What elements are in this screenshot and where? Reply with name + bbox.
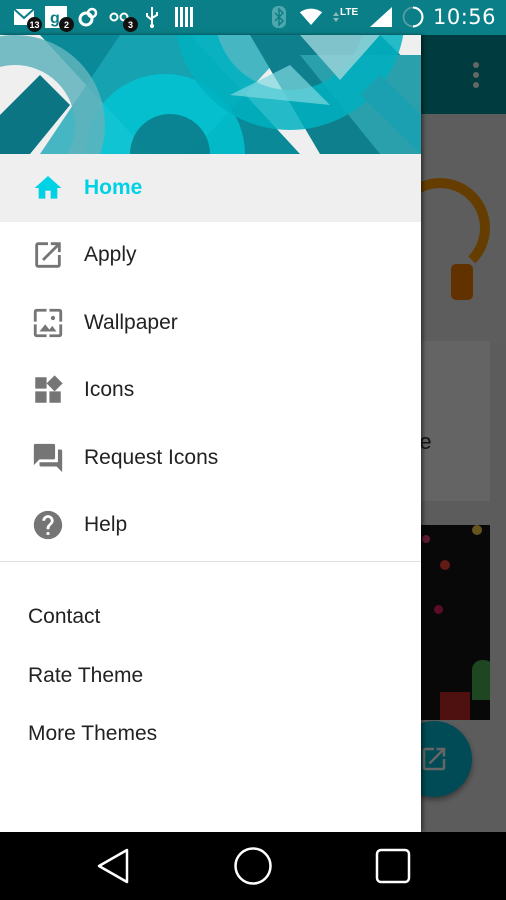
system-icons: LTE 10:56 [267, 4, 496, 30]
drawer-item-label: Home [84, 175, 143, 199]
data-activity-icon: LTE [331, 6, 361, 28]
forum-icon [31, 441, 65, 475]
drawer-item-contact[interactable]: Contact [0, 588, 421, 647]
drawer-item-wallpaper[interactable]: Wallpaper [0, 289, 421, 357]
back-button[interactable] [93, 846, 133, 886]
battery-charging-icon [401, 6, 425, 28]
notification-icons: 13 g 2 3 [12, 4, 196, 32]
open-in-new-icon [31, 238, 65, 272]
help-icon [31, 508, 65, 542]
svg-text:LTE: LTE [340, 7, 358, 18]
recents-button[interactable] [373, 846, 413, 886]
google-plus-badge: 2 [59, 17, 74, 32]
navigation-drawer: Home Apply Wallpaper Icons Request Icons [0, 35, 421, 832]
sync-icon [76, 6, 100, 28]
bluetooth-icon [267, 6, 291, 28]
drawer-item-help[interactable]: Help [0, 492, 421, 560]
drawer-item-label: Help [84, 513, 128, 537]
wallpaper-icon [31, 306, 65, 340]
drawer-item-label: Icons [84, 378, 135, 402]
status-bar: 13 g 2 3 LTE 10:56 [0, 0, 506, 35]
drawer-secondary-list: Contact Rate Theme More Themes [0, 562, 421, 764]
gmail-badge: 13 [27, 17, 42, 32]
back-icon [97, 848, 129, 884]
widgets-icon [31, 373, 65, 407]
recents-icon [375, 848, 411, 884]
drawer-item-label: Wallpaper [84, 310, 178, 334]
drawer-item-label: Apply [84, 243, 137, 267]
wifi-icon [299, 6, 323, 28]
drawer-item-rate-theme[interactable]: Rate Theme [0, 647, 421, 706]
home-icon [31, 171, 65, 205]
voicemail-icon: 3 [108, 6, 138, 32]
google-plus-icon: g 2 [44, 6, 74, 32]
drawer-item-request-icons[interactable]: Request Icons [0, 424, 421, 492]
drawer-item-icons[interactable]: Icons [0, 357, 421, 425]
clock: 10:56 [432, 5, 496, 29]
voicemail-badge: 3 [123, 17, 138, 32]
home-button[interactable] [233, 846, 273, 886]
gmail-icon: 13 [12, 6, 42, 32]
home-circle-icon [234, 847, 272, 885]
drawer-item-apply[interactable]: Apply [0, 222, 421, 290]
drawer-header-image [0, 35, 421, 154]
drawer-item-more-themes[interactable]: More Themes [0, 705, 421, 764]
drawer-primary-list: Home Apply Wallpaper Icons Request Icons [0, 154, 421, 764]
signal-icon [369, 6, 393, 28]
drawer-item-label: Request Icons [84, 445, 219, 469]
barcode-icon [172, 6, 196, 28]
usb-icon [140, 6, 164, 28]
drawer-item-home[interactable]: Home [0, 154, 421, 222]
system-navigation-bar [0, 832, 506, 900]
